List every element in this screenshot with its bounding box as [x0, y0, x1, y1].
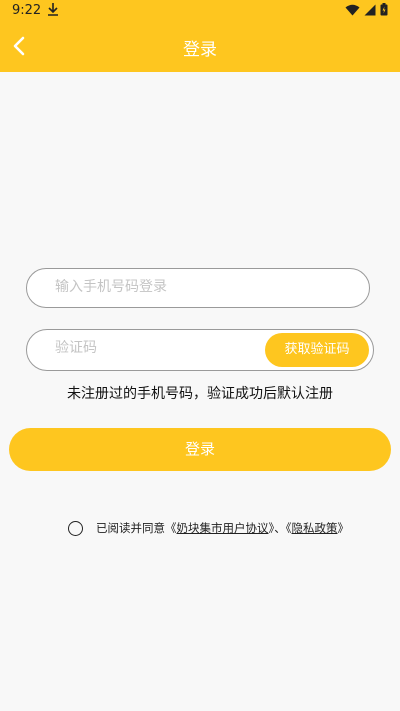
- register-hint: 未注册过的手机号码，验证成功后默认注册: [67, 386, 333, 402]
- agreement-suffix: 》: [337, 521, 350, 535]
- status-icons: [345, 3, 388, 16]
- wifi-icon: [345, 4, 360, 15]
- battery-icon: [380, 3, 388, 16]
- agreement-row: 已阅读并同意《 奶块集市用户协议 》、《 隐私政策 》: [68, 518, 349, 538]
- privacy-policy-link[interactable]: 隐私政策: [292, 520, 338, 536]
- agreement-middle: 》、《: [268, 521, 292, 535]
- phone-input-container[interactable]: [26, 268, 370, 308]
- code-input-container[interactable]: 获取验证码: [26, 329, 374, 371]
- title-bar: 登录: [0, 22, 400, 72]
- signal-icon: [364, 4, 376, 15]
- status-time: 9:22: [12, 3, 42, 18]
- verification-code-input[interactable]: [55, 340, 275, 356]
- page-title: 登录: [183, 40, 217, 60]
- header: 9:22 登录: [0, 0, 400, 72]
- download-icon: [47, 2, 59, 20]
- agreement-prefix: 已阅读并同意《: [96, 521, 177, 535]
- agree-radio[interactable]: [68, 520, 83, 536]
- get-code-button[interactable]: 获取验证码: [265, 333, 369, 367]
- phone-input[interactable]: [55, 279, 345, 295]
- login-button[interactable]: 登录: [9, 428, 391, 471]
- status-bar: 9:22: [0, 0, 400, 22]
- user-agreement-link[interactable]: 奶块集市用户协议: [177, 520, 269, 536]
